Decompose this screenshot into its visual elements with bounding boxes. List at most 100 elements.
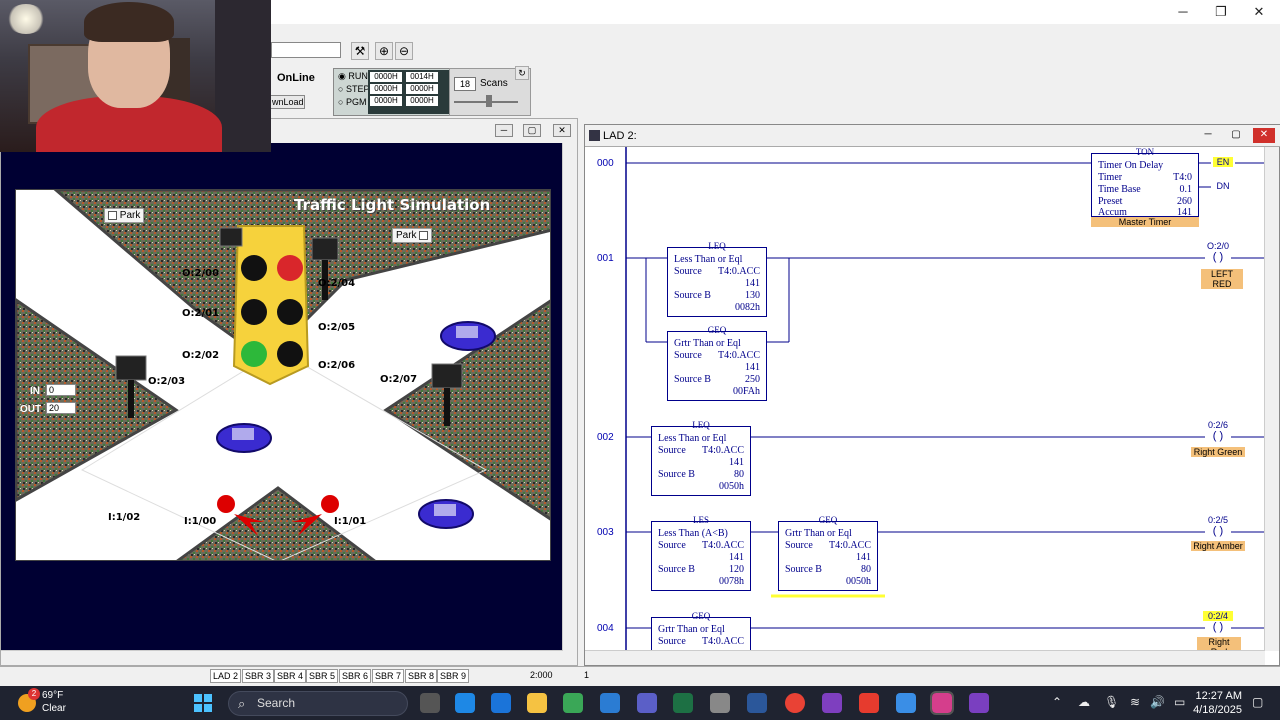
app-icon[interactable]: [822, 693, 842, 713]
store-icon[interactable]: [563, 693, 583, 713]
address-combo[interactable]: [271, 42, 341, 58]
output-label: O:2/04: [318, 278, 356, 289]
geq-instruction[interactable]: GEQ Grtr Than or Eql Source T4:0.ACC 141…: [667, 325, 767, 401]
input-label: I:1/02: [108, 512, 141, 523]
source-b-hex: 00FAh: [732, 386, 760, 397]
output-coil-icon[interactable]: ( ): [1205, 251, 1231, 263]
rung-number: 004: [597, 623, 614, 634]
instruction-head: LES: [692, 515, 709, 525]
mode-run[interactable]: ◉ RUN: [338, 71, 368, 82]
geq-instruction[interactable]: GEQ Grtr Than or Eql Source T4:0.ACC 141…: [778, 515, 878, 591]
scan-count-field[interactable]: 18: [454, 77, 476, 91]
traffic-scene: Traffic Light Simulation Park Park O:2/0…: [15, 189, 551, 561]
les-instruction[interactable]: LES Less Than (A<B) Source T4:0.ACC 141 …: [651, 515, 751, 591]
lad-maximize-button[interactable]: ▢: [1225, 128, 1247, 143]
source-value: T4:0.ACC: [702, 636, 744, 647]
calculator-icon[interactable]: [710, 693, 730, 713]
dn-coil[interactable]: DN: [1213, 181, 1233, 191]
output-coil-icon[interactable]: ( ): [1205, 525, 1231, 537]
tray-chevron-icon[interactable]: ⌃: [1052, 695, 1062, 709]
weather-condition: Clear: [42, 703, 66, 714]
battery-icon[interactable]: ▭: [1174, 695, 1185, 709]
close-button[interactable]: ✕: [1244, 3, 1274, 21]
edge-icon[interactable]: [455, 693, 475, 713]
source-value: T4:0.ACC: [702, 540, 744, 551]
file-tab[interactable]: SBR 8: [405, 669, 438, 683]
microphone-icon[interactable]: 🎙: [1104, 695, 1119, 709]
in-label: IN: [30, 386, 40, 397]
park-left-checkbox[interactable]: Park: [104, 208, 145, 223]
lad-minimize-button[interactable]: ─: [1197, 128, 1219, 143]
zoom-in-icon[interactable]: ⊕: [375, 42, 393, 60]
maximize-button[interactable]: ❐: [1206, 3, 1236, 21]
cloud-icon[interactable]: ☁: [1078, 695, 1090, 709]
lad-close-button[interactable]: ✕: [1253, 128, 1275, 143]
ladder-vertical-scrollbar[interactable]: [1264, 147, 1279, 651]
minimize-button[interactable]: ─: [1168, 3, 1198, 21]
out-field[interactable]: 20: [46, 402, 76, 414]
leq-instruction[interactable]: LEQ Less Than or Eql Source T4:0.ACC 141…: [651, 420, 751, 496]
park-right-checkbox[interactable]: Park: [392, 228, 433, 243]
weather-widget[interactable]: 69°F Clear: [42, 689, 66, 715]
instruction-name: Grtr Than or Eql: [674, 338, 741, 349]
file-tab[interactable]: SBR 9: [437, 669, 470, 683]
leq-instruction[interactable]: LEQ Less Than or Eql Source T4:0.ACC 141…: [667, 241, 767, 317]
file-tab[interactable]: SBR 7: [372, 669, 405, 683]
task-view-icon[interactable]: [420, 693, 440, 713]
tools-icon[interactable]: ⚒: [351, 42, 369, 60]
wifi-icon[interactable]: ≋: [1130, 695, 1140, 709]
source-value: T4:0.ACC: [702, 445, 744, 456]
outlook-icon[interactable]: [491, 693, 511, 713]
volume-icon[interactable]: 🔊: [1150, 695, 1165, 709]
word-icon[interactable]: [747, 693, 767, 713]
taskbar-search[interactable]: ⌕ Search: [228, 691, 408, 716]
source-b-value: 250: [745, 374, 760, 385]
sim-maximize-button[interactable]: ▢: [523, 124, 541, 137]
app-icon[interactable]: [859, 693, 879, 713]
street-sign-icon: [311, 237, 339, 300]
notification-icon[interactable]: ▢: [1252, 695, 1263, 709]
file-tab[interactable]: SBR 3: [242, 669, 275, 683]
sim-vertical-scrollbar[interactable]: [562, 143, 577, 651]
windows-start-icon[interactable]: [194, 694, 212, 712]
excel-icon[interactable]: [673, 693, 693, 713]
output-coil-icon[interactable]: ( ): [1205, 430, 1231, 442]
scan-slider-thumb[interactable]: [486, 95, 492, 107]
output-label: O:2/02: [182, 350, 220, 361]
clock[interactable]: 12:27 AM 4/18/2025: [1193, 689, 1242, 717]
file-tab[interactable]: LAD 2: [210, 669, 242, 683]
source-label: Source: [658, 540, 686, 551]
mode-pgm[interactable]: ○ PGM: [338, 97, 366, 107]
file-tab[interactable]: SBR 6: [339, 669, 372, 683]
sim-close-button[interactable]: ✕: [553, 124, 571, 137]
ladder-horizontal-scrollbar[interactable]: [585, 650, 1265, 665]
file-tab[interactable]: SBR 5: [306, 669, 339, 683]
ton-instruction[interactable]: TON Timer On Delay Timer T4:0 Time Base …: [1091, 147, 1199, 218]
light-left-red: [241, 255, 267, 281]
register-cell: 0000H: [406, 96, 438, 106]
preset-label: Preset: [1098, 196, 1123, 207]
app-icon[interactable]: [637, 693, 657, 713]
app-icon[interactable]: [896, 693, 916, 713]
instruction-name: Less Than or Eql: [674, 254, 743, 265]
notepad-icon[interactable]: [600, 693, 620, 713]
output-coil-icon[interactable]: ( ): [1205, 621, 1231, 633]
mode-run-label: RUN: [348, 71, 368, 81]
download-button[interactable]: wnLoad: [269, 95, 305, 109]
in-field[interactable]: 0: [46, 384, 76, 396]
file-explorer-icon[interactable]: [527, 693, 547, 713]
street-sign-icon: [219, 227, 243, 247]
chrome-icon[interactable]: [785, 693, 805, 713]
zoom-out-icon[interactable]: ⊖: [395, 42, 413, 60]
instruction-head: LEQ: [692, 420, 710, 430]
file-tab[interactable]: SBR 4: [274, 669, 307, 683]
rslogix-icon[interactable]: [930, 691, 954, 715]
instruction-name: Less Than or Eql: [658, 433, 727, 444]
refresh-icon[interactable]: ↻: [515, 66, 529, 80]
en-coil[interactable]: EN: [1213, 157, 1233, 167]
sim-minimize-button[interactable]: ─: [495, 124, 513, 137]
sim-horizontal-scrollbar[interactable]: [1, 650, 563, 665]
app-icon[interactable]: [969, 693, 989, 713]
mode-step[interactable]: ○ STEP: [338, 84, 369, 94]
sensor-arrows-icon: [217, 495, 339, 536]
